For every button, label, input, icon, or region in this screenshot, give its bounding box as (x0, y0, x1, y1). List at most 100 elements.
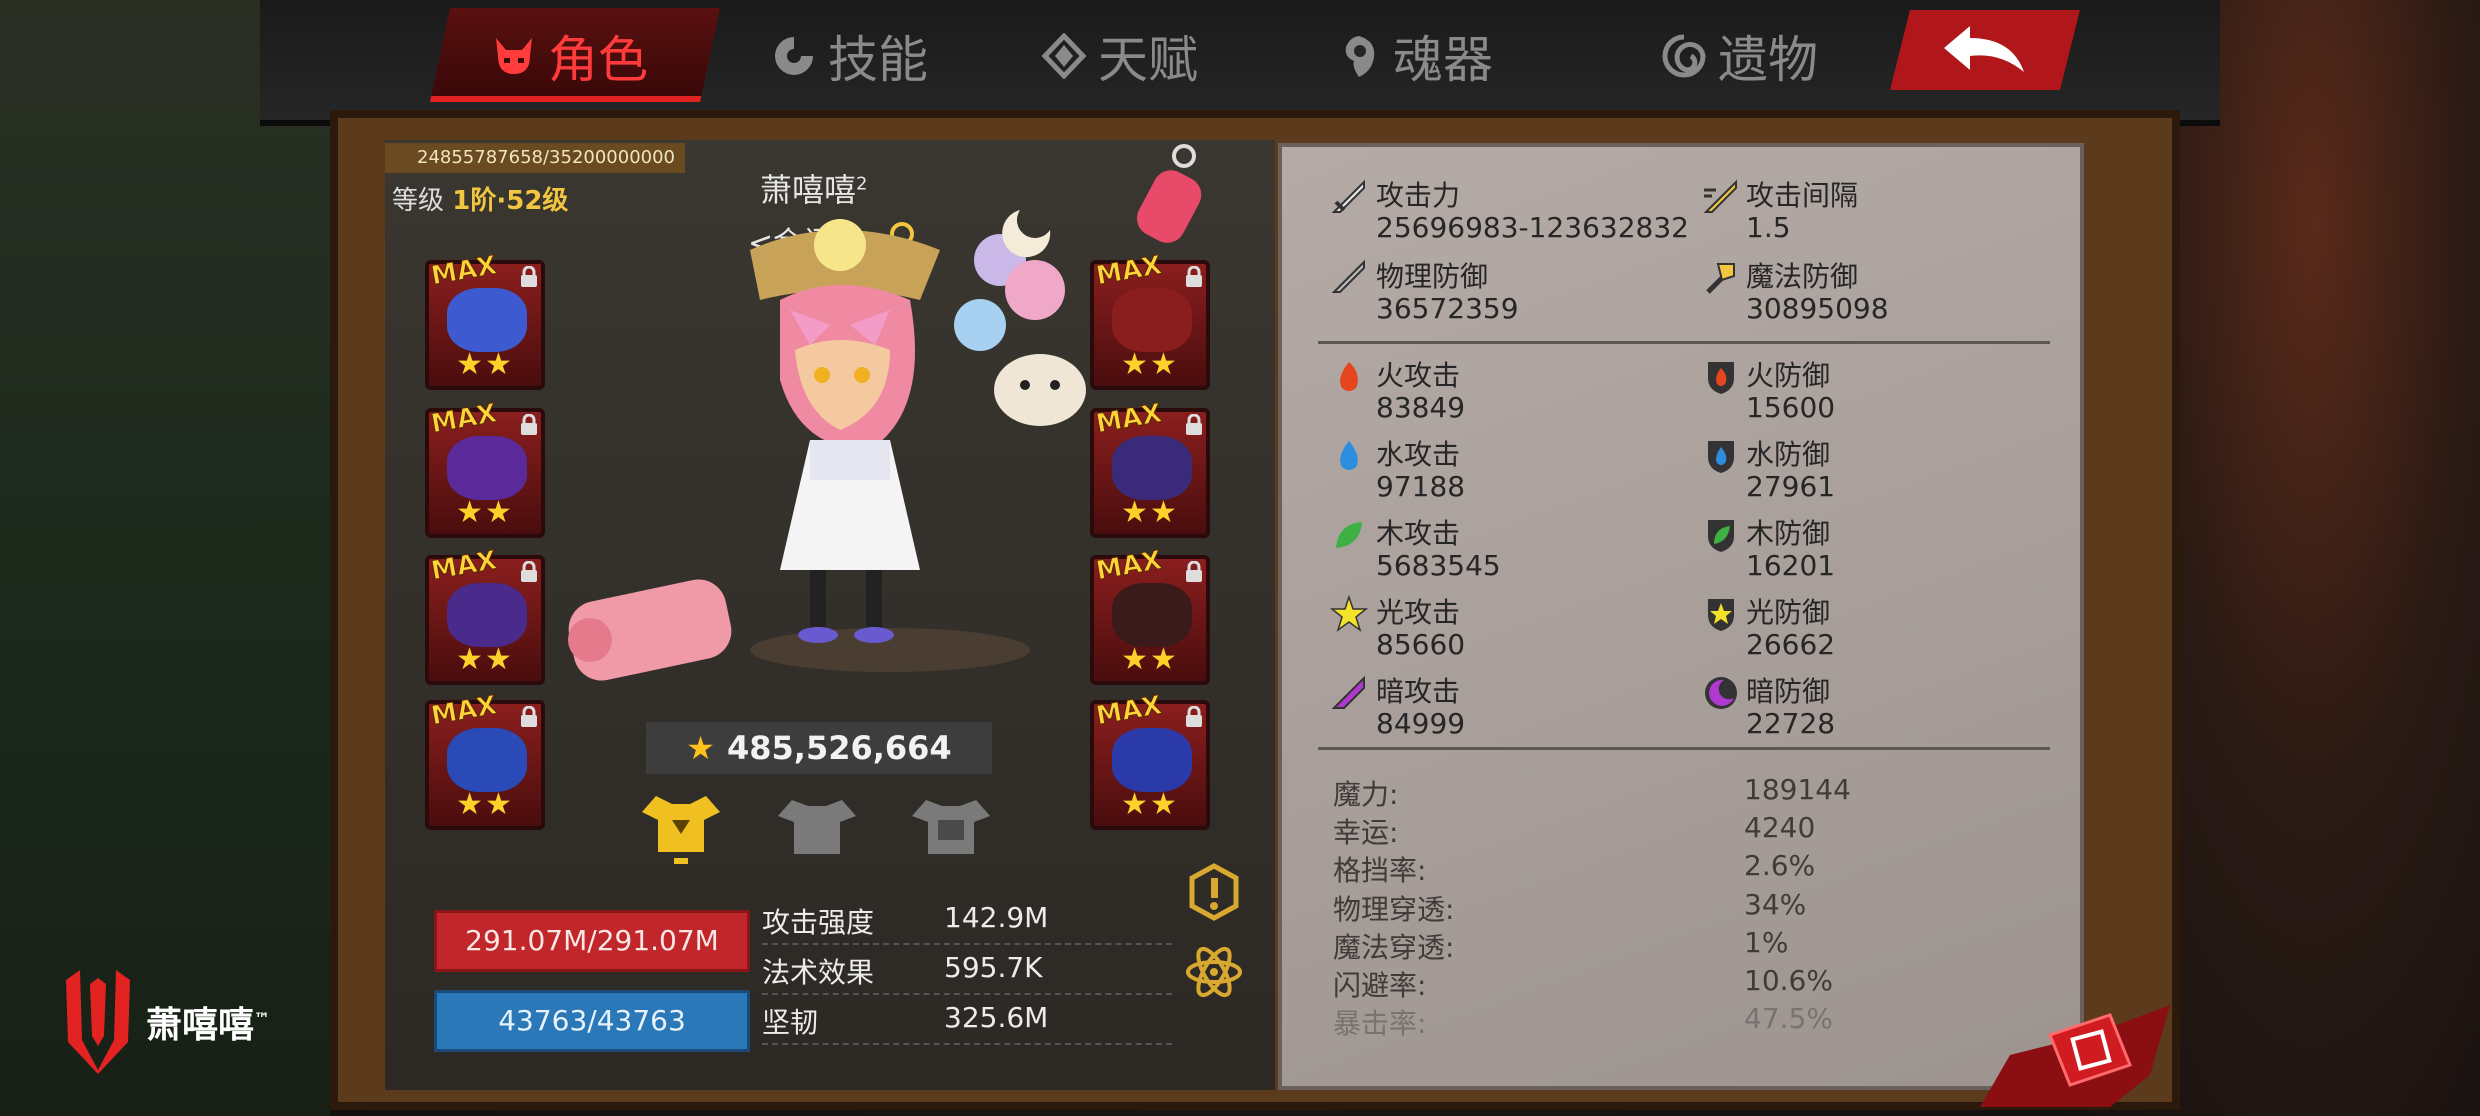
tab-relics[interactable]: 遗物 (1660, 14, 1818, 98)
lock-icon (521, 414, 537, 435)
stat-label: 攻击间隔 (1746, 179, 1859, 212)
dark-attack-icon (1331, 675, 1365, 709)
stat-magic-defense: 魔法防御 30895098 (1746, 261, 1889, 325)
stat-label: 暗防御 (1746, 675, 1831, 708)
stat-value: 15600 (1746, 391, 1836, 424)
stat-water-defense: 水防御 27961 (1746, 439, 1835, 503)
equipment-item-icon (447, 728, 527, 792)
star-rating: ★★ (456, 495, 514, 530)
stat-label: 物理防御 (1376, 260, 1489, 293)
stat-label: 火防御 (1746, 359, 1831, 392)
stat-label: 法术效果 (762, 956, 875, 989)
water-defense-icon (1708, 441, 1734, 473)
level-value: 1阶·52级 (452, 186, 569, 216)
star-rating: ★★ (1121, 787, 1179, 822)
equipment-slot-right-3[interactable]: MAX ★★ (1090, 545, 1210, 685)
star-rating: ★★ (1121, 495, 1179, 530)
extra-stat-label: 格挡率: (1333, 854, 1427, 887)
stat-attack: 攻击力 25696983-123632832 (1376, 180, 1689, 244)
equipment-item-icon (1112, 436, 1192, 500)
attack-speed-icon (1703, 179, 1737, 213)
stat-label: 水攻击 (1376, 438, 1461, 471)
star-rating: ★★ (1121, 347, 1179, 382)
red-magic-logo-icon (66, 970, 130, 1074)
equipment-slot-right-4[interactable]: MAX ★★ (1090, 690, 1210, 830)
equipment-slot-left-1[interactable]: MAX ★★ (425, 250, 545, 390)
tab-label: 技能 (828, 31, 928, 89)
magic-defense-icon (1706, 263, 1735, 294)
character-portrait (750, 210, 1086, 672)
equipment-slot-right-2[interactable]: MAX ★★ (1090, 398, 1210, 538)
extra-stat-label: 暴击率: (1333, 1007, 1427, 1040)
stat-value: 26662 (1746, 628, 1836, 661)
stat-toughness: 坚韧 325.6M (762, 995, 1172, 1045)
character-level: 等级 1阶·52级 (392, 180, 568, 217)
stat-label: 水防御 (1746, 438, 1831, 471)
hp-bar: 291.07M/291.07M (434, 910, 750, 972)
stat-value: 5683545 (1376, 549, 1501, 582)
attack-sword-icon (1331, 179, 1365, 213)
tab-label: 天赋 (1098, 31, 1198, 89)
soul-vessel-icon (1335, 32, 1383, 80)
stat-wood-attack: 木攻击 5683545 (1376, 518, 1501, 582)
dark-defense-icon (1705, 677, 1737, 709)
stat-fire-attack: 火攻击 83849 (1376, 360, 1465, 424)
corner-action-button[interactable] (1970, 995, 2180, 1110)
atom-icon[interactable] (1184, 942, 1244, 1002)
combat-power-value: 485,526,664 (726, 729, 952, 767)
tab-character[interactable]: 角色 (490, 14, 648, 98)
tab-talent[interactable]: 天赋 (1040, 14, 1198, 98)
armor-set-2-icon[interactable] (772, 790, 862, 870)
equipment-slot-left-2[interactable]: MAX ★★ (425, 398, 545, 538)
equipment-item-icon (447, 288, 527, 352)
stat-value: 83849 (1376, 391, 1466, 424)
equipment-slot-left-4[interactable]: MAX ★★ (425, 690, 545, 830)
equipment-slot-left-3[interactable]: MAX ★★ (425, 545, 545, 685)
pencil-case-icon (1136, 144, 1202, 243)
stat-value: 16201 (1746, 549, 1836, 582)
stat-label: 木防御 (1746, 517, 1831, 550)
stat-label: 攻击力 (1376, 179, 1461, 212)
star-rating: ★★ (456, 642, 514, 677)
armor-set-3-icon[interactable] (906, 790, 996, 870)
brand-tm: ™ (254, 1009, 271, 1028)
lock-icon (1186, 561, 1202, 582)
stat-value: 595.7K (944, 951, 1043, 984)
weapon-icon (568, 579, 732, 681)
stat-value: 22728 (1746, 707, 1836, 740)
stat-value: 36572359 (1376, 292, 1519, 325)
tab-soul-vessel[interactable]: 魂器 (1335, 14, 1493, 98)
stat-dark-attack: 暗攻击 84999 (1376, 676, 1465, 740)
tab-label: 角色 (548, 31, 648, 89)
stat-value: 85660 (1376, 628, 1466, 661)
stat-label: 魔法防御 (1746, 260, 1859, 293)
experience-bar: 24855787658/35200000000 (385, 143, 685, 173)
light-attack-icon (1330, 595, 1368, 632)
tab-skills[interactable]: 技能 (770, 14, 928, 98)
extra-stat-label: 物理穿透: (1333, 893, 1455, 926)
tab-label: 遗物 (1718, 31, 1818, 89)
equipment-slot-right-1[interactable]: MAX ★★ (1090, 250, 1210, 390)
stat-fire-defense: 火防御 15600 (1746, 360, 1835, 424)
stat-label: 火攻击 (1376, 359, 1461, 392)
armor-set-1-icon[interactable] (636, 790, 726, 870)
lock-icon (521, 266, 537, 287)
lock-icon (521, 706, 537, 727)
back-button[interactable] (1890, 10, 2080, 90)
mp-bar: 43763/43763 (434, 990, 750, 1052)
skill-swirl-icon (770, 32, 818, 80)
stat-value: 84999 (1376, 707, 1466, 740)
stat-physical-defense: 物理防御 36572359 (1376, 261, 1519, 325)
devil-face-icon (490, 32, 538, 80)
stat-label: 光防御 (1746, 596, 1831, 629)
brand-name: 萧嘻嘻™ (146, 996, 270, 1048)
brand-logo: 萧嘻嘻™ (62, 970, 270, 1074)
stats-divider (1318, 341, 2050, 344)
stat-attack-interval: 攻击间隔 1.5 (1746, 180, 1858, 244)
stat-wood-defense: 木防御 16201 (1746, 518, 1835, 582)
level-prefix: 等级 (392, 186, 445, 216)
talent-diamond-icon (1040, 32, 1088, 80)
stat-light-attack: 光攻击 85660 (1376, 597, 1465, 661)
background-left-scene (0, 0, 330, 1116)
info-badge-icon[interactable] (1184, 862, 1244, 922)
